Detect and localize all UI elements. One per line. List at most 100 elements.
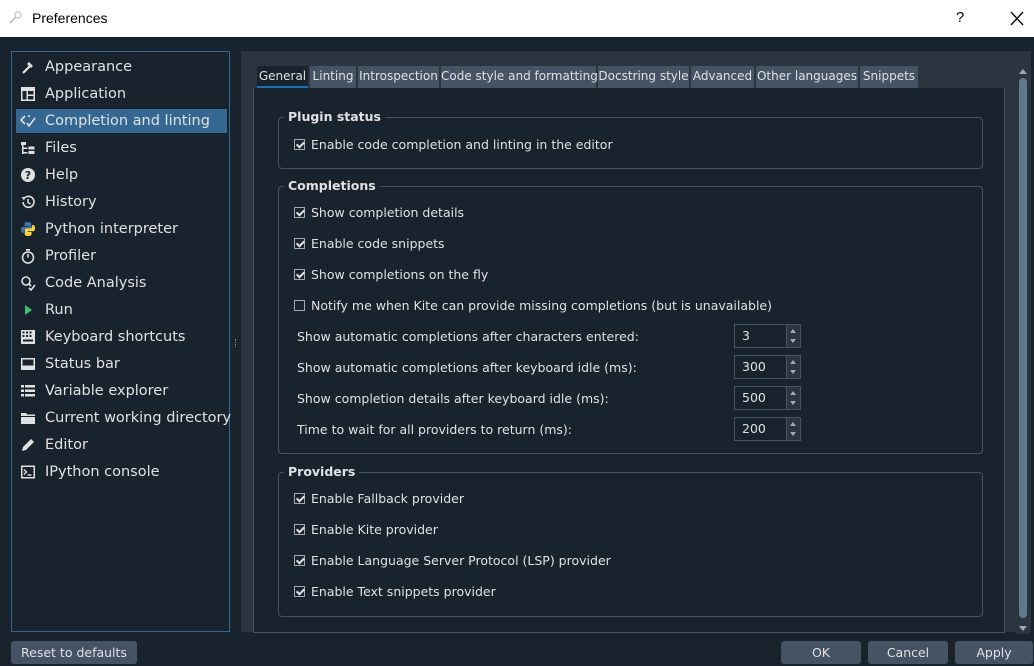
status-bar-icon <box>21 358 35 370</box>
spinbox-value[interactable]: 500 <box>742 390 766 406</box>
sidebar-item-current-working-directory[interactable]: Current working directory <box>16 406 231 430</box>
svg-text:?: ? <box>25 169 31 182</box>
spinbox-value[interactable]: 300 <box>742 359 766 375</box>
vertical-scrollbar[interactable] <box>1016 66 1030 634</box>
cancel-button[interactable]: Cancel <box>868 641 948 664</box>
sidebar-item-variable-explorer[interactable]: Variable explorer <box>16 379 227 403</box>
sidebar-item-label: Current working directory <box>45 410 232 426</box>
keyboard-idle-spinbox[interactable]: 300 <box>734 355 801 379</box>
sidebar-item-label: Keyboard shortcuts <box>45 329 186 345</box>
files-icon <box>21 142 35 154</box>
tab-linting[interactable]: Linting <box>310 66 356 88</box>
checkbox-label: Enable code completion and linting in th… <box>311 137 613 152</box>
arrow-up-icon[interactable] <box>790 391 796 395</box>
scroll-up-icon[interactable] <box>1019 69 1027 74</box>
tab-introspection[interactable]: Introspection <box>358 66 439 88</box>
splitter-handle[interactable] <box>232 51 240 632</box>
arrow-up-icon[interactable] <box>790 422 796 426</box>
sidebar-item-appearance[interactable]: Appearance <box>16 55 227 79</box>
details-idle-spinbox[interactable]: 500 <box>734 386 801 410</box>
help-button[interactable]: ? <box>950 8 970 28</box>
window-title: Preferences <box>32 10 108 26</box>
spinner-label: Show completion details after keyboard i… <box>297 391 609 406</box>
checkbox-checked[interactable] <box>294 586 305 597</box>
run-icon <box>25 305 32 315</box>
sidebar-item-label: Run <box>45 302 73 318</box>
providers-wait-spinbox[interactable]: 200 <box>734 417 801 441</box>
group-title: Completions <box>284 179 380 193</box>
sidebar-item-history[interactable]: History <box>16 190 227 214</box>
sidebar-item-label: Editor <box>45 437 88 453</box>
group-title: Plugin status <box>284 110 385 124</box>
keyboard-icon <box>21 330 35 344</box>
sidebar-item-label: Help <box>45 167 79 183</box>
sidebar-item-run[interactable]: Run <box>16 298 227 322</box>
ok-button[interactable]: OK <box>781 641 861 664</box>
spinbox-arrows[interactable] <box>786 356 800 378</box>
sidebar-item-profiler[interactable]: Profiler <box>16 244 227 268</box>
checkbox-checked[interactable] <box>294 207 305 218</box>
sidebar-item-label: Variable explorer <box>45 383 169 399</box>
spinbox-arrows[interactable] <box>786 325 800 347</box>
checkbox-unchecked[interactable] <box>294 300 305 311</box>
scrollbar-thumb[interactable] <box>1019 78 1027 618</box>
sidebar-item-label: IPython console <box>45 464 160 480</box>
stopwatch-icon <box>21 249 35 264</box>
sidebar-item-label: Status bar <box>45 356 120 372</box>
sidebar-item-keyboard-shortcuts[interactable]: Keyboard shortcuts <box>16 325 227 349</box>
spinner-label: Time to wait for all providers to return… <box>297 422 572 437</box>
checkbox-checked[interactable] <box>294 139 305 150</box>
checkbox-label: Enable Fallback provider <box>311 491 464 506</box>
checkbox-checked[interactable] <box>294 493 305 504</box>
checkbox-checked[interactable] <box>294 524 305 535</box>
completions-group: Completions Show completion details Enab… <box>278 179 983 454</box>
checkbox-label: Enable Text snippets provider <box>311 584 496 599</box>
arrow-down-icon[interactable] <box>790 401 796 405</box>
spinbox-arrows[interactable] <box>786 418 800 440</box>
plugin-status-group: Plugin status Enable code completion and… <box>278 110 983 169</box>
checkbox-checked[interactable] <box>294 238 305 249</box>
preferences-sidebar: Appearance Application Completion and li… <box>11 51 231 632</box>
title-bar: Preferences ? <box>0 0 1034 37</box>
close-icon[interactable] <box>1005 8 1029 30</box>
folder-icon <box>21 413 35 424</box>
arrow-up-icon[interactable] <box>790 360 796 364</box>
characters-entered-spinbox[interactable]: 3 <box>734 324 801 348</box>
sidebar-item-help[interactable]: ? Help <box>16 163 227 187</box>
spinbox-value[interactable]: 200 <box>742 421 766 437</box>
apply-button[interactable]: Apply <box>955 641 1033 664</box>
tab-general[interactable]: General <box>257 66 308 88</box>
sidebar-item-application[interactable]: Application <box>16 82 227 106</box>
console-icon <box>21 465 35 479</box>
tab-docstring-style[interactable]: Docstring style <box>598 66 689 88</box>
sidebar-item-label: History <box>45 194 97 210</box>
sidebar-item-editor[interactable]: Editor <box>16 433 227 457</box>
scroll-down-icon[interactable] <box>1019 626 1027 631</box>
spinbox-value[interactable]: 3 <box>742 328 750 344</box>
general-tab-page: Plugin status Enable code completion and… <box>253 88 1005 633</box>
tab-other-languages[interactable]: Other languages <box>756 66 858 88</box>
checkbox-checked[interactable] <box>294 269 305 280</box>
tab-code-style-and-formatting[interactable]: Code style and formatting <box>441 66 598 88</box>
reset-to-defaults-button[interactable]: Reset to defaults <box>11 641 137 664</box>
sidebar-item-label: Code Analysis <box>45 275 147 291</box>
variable-explorer-icon <box>21 385 35 397</box>
arrow-up-icon[interactable] <box>790 329 796 333</box>
sidebar-item-completion-and-linting[interactable]: Completion and linting <box>16 109 227 133</box>
sidebar-item-code-analysis[interactable]: Code Analysis <box>16 271 227 295</box>
arrow-down-icon[interactable] <box>790 339 796 343</box>
tab-advanced[interactable]: Advanced <box>691 66 754 88</box>
checkbox-checked[interactable] <box>294 555 305 566</box>
group-title: Providers <box>284 465 360 479</box>
sidebar-item-label: Application <box>45 86 127 102</box>
sidebar-item-python-interpreter[interactable]: Python interpreter <box>16 217 227 241</box>
arrow-down-icon[interactable] <box>790 432 796 436</box>
arrow-down-icon[interactable] <box>790 370 796 374</box>
sidebar-item-label: Completion and linting <box>45 113 210 129</box>
sidebar-item-status-bar[interactable]: Status bar <box>16 352 227 376</box>
spinbox-arrows[interactable] <box>786 387 800 409</box>
python-icon <box>21 222 35 236</box>
sidebar-item-files[interactable]: Files <box>16 136 227 160</box>
tab-snippets[interactable]: Snippets <box>860 66 918 88</box>
sidebar-item-ipython-console[interactable]: IPython console <box>16 460 227 484</box>
